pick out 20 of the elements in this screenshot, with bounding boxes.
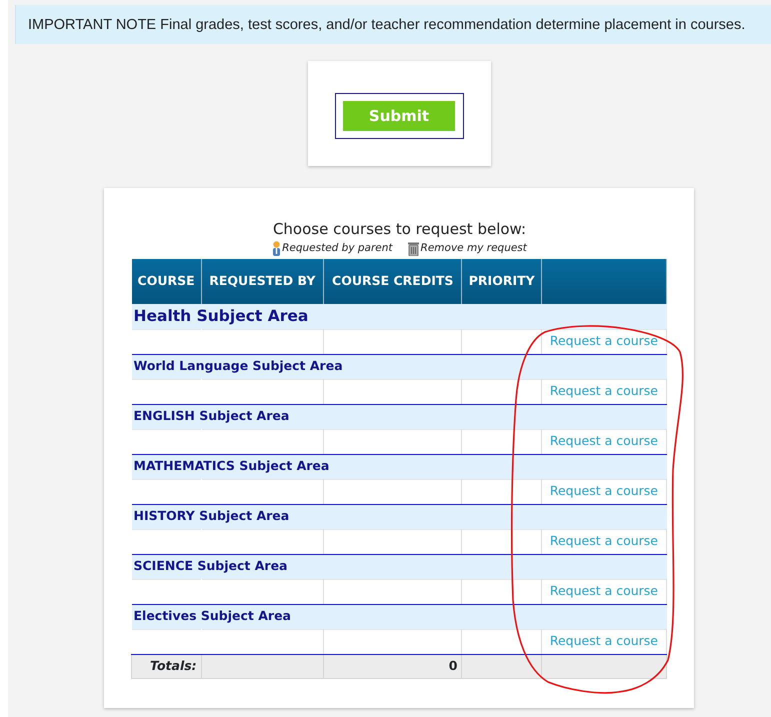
submit-button[interactable]: Submit [343,101,455,132]
subject-area-heading: MATHEMATICS Subject Area [134,458,330,474]
credits-total: 0 [448,658,458,673]
column-header: REQUESTED BY [201,259,324,304]
person-icon [272,240,282,256]
table-title: Choose courses to request below: [272,219,528,240]
trash-icon [406,240,420,256]
subject-area-heading: HISTORY Subject Area [134,508,290,524]
subject-area-heading: World Language Subject Area [134,358,343,374]
subject-area-heading: SCIENCE Subject Area [134,558,288,574]
subject-area-heading: Health Subject Area [134,306,308,325]
column-header: COURSE [132,259,202,304]
note-text: IMPORTANT NOTE Final grades, test scores, and/or teacher recommendation determine placement in courses. [15,5,771,44]
column-header: COURSE CREDITS [323,259,462,304]
subject-area-heading: Electives Subject Area [134,608,291,624]
legend-label: Requested by parent [282,240,393,256]
column-header: PRIORITY [462,259,542,304]
subject-area-heading: ENGLISH Subject Area [134,408,290,424]
legend-label: Remove my request [420,240,527,256]
totals-label: Totals: [150,658,197,673]
